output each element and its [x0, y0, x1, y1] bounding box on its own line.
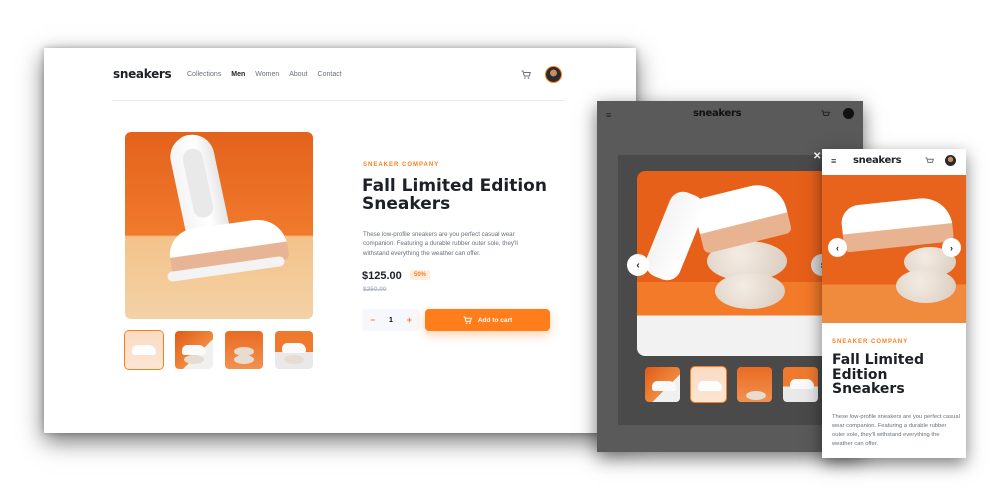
- cart-icon[interactable]: [821, 110, 830, 119]
- sneaker-image: [839, 195, 955, 253]
- thumbnail-2[interactable]: [175, 331, 213, 369]
- thumbnail-4[interactable]: [783, 367, 818, 402]
- add-to-cart-button[interactable]: Add to cart: [425, 309, 550, 331]
- brand-logo[interactable]: sneakers: [113, 67, 172, 81]
- product-main-image[interactable]: [125, 132, 313, 319]
- chevron-left-icon[interactable]: ‹: [828, 238, 847, 257]
- thumbnail-2[interactable]: [690, 366, 727, 403]
- nav-item-men[interactable]: Men: [231, 71, 245, 78]
- cart-icon[interactable]: [521, 70, 531, 80]
- stone-image: [896, 269, 956, 303]
- plus-icon[interactable]: +: [407, 315, 412, 325]
- discount-badge: 50%: [410, 270, 431, 280]
- sneaker-upright-image: [641, 187, 709, 285]
- nav-item-women[interactable]: Women: [255, 71, 279, 78]
- minus-icon[interactable]: −: [370, 315, 375, 325]
- company-label: SNEAKER COMPANY: [363, 162, 440, 168]
- company-label: SNEAKER COMPANY: [832, 339, 909, 345]
- nav-item-contact[interactable]: Contact: [318, 71, 342, 78]
- sneaker-image: [691, 178, 793, 255]
- avatar[interactable]: [545, 66, 562, 83]
- add-to-cart-label: Add to cart: [477, 316, 513, 324]
- product-description: These low-profile sneakers are you perfe…: [363, 231, 518, 257]
- mobile-view: ≡ sneakers ‹ › SNEAKER COMPANY Fall Limi…: [822, 149, 966, 458]
- lightbox-image: [637, 171, 835, 356]
- cart-icon: [463, 315, 472, 324]
- cart-icon[interactable]: [925, 157, 934, 166]
- showcase-stage: sneakers Collections Men Women About Con…: [0, 0, 1000, 500]
- avatar[interactable]: [945, 155, 956, 166]
- brand-logo[interactable]: sneakers: [853, 155, 902, 166]
- thumbnail-4[interactable]: [275, 331, 313, 369]
- thumbnail-1[interactable]: [124, 330, 164, 370]
- main-nav: Collections Men Women About Contact: [187, 71, 342, 78]
- thumbnail-strip: [124, 330, 313, 370]
- chevron-right-icon[interactable]: ›: [942, 238, 961, 257]
- quantity-stepper: − 1 +: [362, 309, 420, 331]
- nav-item-collections[interactable]: Collections: [187, 71, 221, 78]
- avatar[interactable]: [843, 108, 854, 119]
- product-description: These low-profile sneakers are you perfe…: [832, 414, 960, 447]
- chevron-left-icon[interactable]: ‹: [627, 254, 649, 276]
- stone-image: [715, 273, 785, 309]
- header-divider: [112, 100, 565, 101]
- menu-icon[interactable]: ≡: [606, 110, 611, 120]
- thumbnail-1[interactable]: [645, 367, 680, 402]
- brand-logo[interactable]: sneakers: [693, 108, 742, 119]
- close-icon[interactable]: ✕: [813, 151, 821, 162]
- thumbnail-3[interactable]: [225, 331, 263, 369]
- current-price: $125.00: [362, 270, 402, 282]
- nav-item-about[interactable]: About: [289, 71, 307, 78]
- menu-icon[interactable]: ≡: [831, 156, 836, 166]
- original-price: $250.00: [363, 286, 387, 293]
- product-title: Fall Limited Edition Sneakers: [362, 176, 547, 214]
- thumbnail-3[interactable]: [737, 367, 772, 402]
- quantity-value: 1: [389, 316, 393, 324]
- lightbox-thumbnail-strip: [645, 366, 818, 403]
- desktop-view: sneakers Collections Men Women About Con…: [44, 48, 636, 433]
- product-title: Fall Limited Edition Sneakers: [832, 352, 924, 398]
